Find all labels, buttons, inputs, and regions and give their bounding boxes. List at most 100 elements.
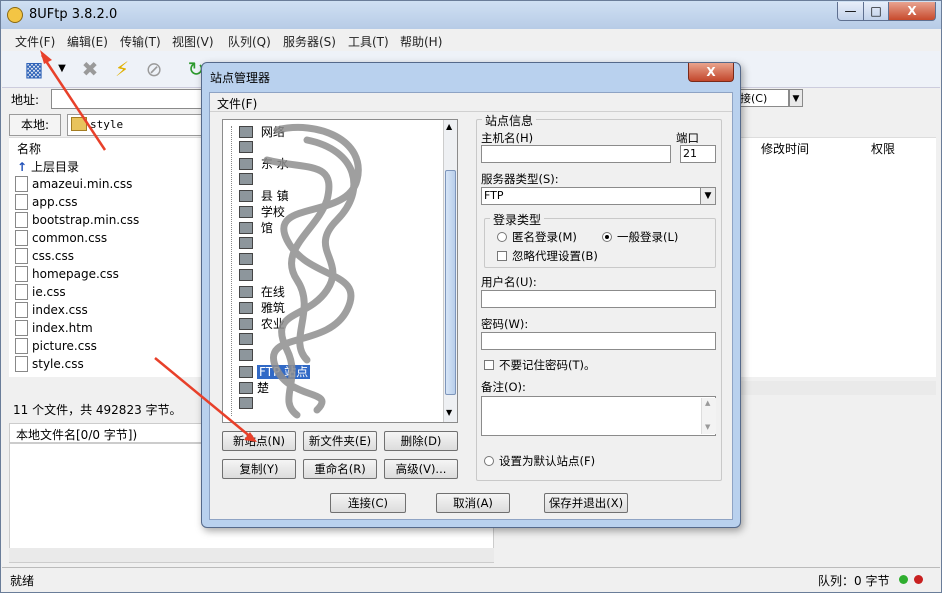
tree-item[interactable]: [239, 267, 257, 283]
remote-scrollbar[interactable]: [741, 381, 936, 395]
password-input[interactable]: [481, 332, 716, 350]
list-item[interactable]: homepage.css: [15, 266, 119, 284]
ignore-proxy-checkbox[interactable]: [497, 251, 507, 261]
note-scroll-down-icon[interactable]: ▼: [705, 423, 710, 431]
tree-item[interactable]: 楚: [239, 379, 269, 395]
tree-item[interactable]: 雅筑: [239, 299, 285, 315]
advanced-button[interactable]: 高级(V)...: [384, 459, 458, 479]
tree-scroll-thumb[interactable]: [445, 170, 456, 395]
default-site-label[interactable]: 设置为默认站点(F): [499, 453, 595, 469]
close-button[interactable]: X: [888, 2, 936, 21]
save-exit-button[interactable]: 保存并退出(X): [544, 493, 628, 513]
menu-edit[interactable]: 编辑(E): [67, 33, 108, 50]
connect-button[interactable]: 连接(C): [330, 493, 406, 513]
host-input[interactable]: [481, 145, 671, 163]
tree-item[interactable]: 学校: [239, 203, 285, 219]
minimize-button[interactable]: —: [837, 2, 864, 21]
stop-icon[interactable]: ⊘: [142, 57, 166, 81]
menu-server[interactable]: 服务器(S): [283, 33, 336, 50]
title-bar[interactable]: 8UFtp 3.8.2.0 — □ X: [1, 1, 941, 29]
tree-item[interactable]: 馆: [239, 219, 273, 235]
queue-scrollbar[interactable]: [9, 548, 494, 562]
list-item[interactable]: bootstrap.min.css: [15, 212, 139, 230]
tree-item[interactable]: [239, 347, 257, 363]
remote-connect-dropdown[interactable]: ▼: [789, 89, 803, 107]
site-tree[interactable]: 网络 东 水 县 镇 学校 馆 在线 雅筑 农业 FTP 站点楚 ▲ ▼: [222, 119, 458, 423]
column-name[interactable]: 名称: [17, 140, 41, 157]
tree-item[interactable]: 县 镇: [239, 187, 289, 203]
menu-transfer[interactable]: 传输(T): [120, 33, 161, 50]
list-item[interactable]: app.css: [15, 194, 78, 212]
note-scrollbar[interactable]: ▲ ▼: [701, 398, 716, 434]
note-textarea[interactable]: [481, 396, 716, 436]
list-item[interactable]: index.css: [15, 302, 88, 320]
ignore-proxy-label[interactable]: 忽略代理设置(B): [512, 248, 598, 264]
server-type-select[interactable]: FTP: [481, 187, 701, 205]
list-item[interactable]: common.css: [15, 230, 107, 248]
normal-login-radio[interactable]: [602, 232, 612, 242]
tree-item[interactable]: FTP 站点: [239, 363, 311, 379]
no-remember-password-label[interactable]: 不要记住密码(T)。: [499, 357, 596, 373]
column-modified[interactable]: 修改时间: [761, 140, 809, 157]
remote-file-list[interactable]: [741, 157, 936, 377]
dialog-close-button[interactable]: X: [688, 63, 734, 82]
list-item[interactable]: amazeui.min.css: [15, 176, 132, 194]
port-input[interactable]: 21: [680, 145, 716, 163]
dialog-menu-file[interactable]: 文件(F): [217, 95, 257, 112]
list-item[interactable]: style.css: [15, 356, 84, 374]
disconnect-icon[interactable]: ✖: [78, 57, 102, 81]
column-permissions[interactable]: 权限: [871, 140, 895, 157]
list-item[interactable]: ↑ 上层目录: [15, 158, 79, 176]
menu-view[interactable]: 视图(V): [172, 33, 214, 50]
tree-item[interactable]: [239, 395, 257, 411]
queue-column-local[interactable]: 本地文件名[0/0 字节]): [16, 426, 137, 443]
anonymous-login-radio[interactable]: [497, 232, 507, 242]
dropdown-arrow-icon[interactable]: ▼: [50, 57, 74, 81]
scroll-down-icon[interactable]: ▼: [446, 408, 452, 417]
local-button[interactable]: 本地:: [9, 114, 61, 136]
note-scroll-up-icon[interactable]: ▲: [705, 399, 710, 407]
address-input[interactable]: [51, 89, 203, 109]
tree-item[interactable]: [239, 139, 257, 155]
local-column-header[interactable]: 名称: [9, 137, 209, 158]
local-file-list[interactable]: ↑ 上层目录 amazeui.min.css app.css bootstrap.min…: [9, 157, 209, 377]
no-remember-password-checkbox[interactable]: [484, 360, 494, 370]
lightning-icon[interactable]: ⚡: [110, 57, 134, 81]
tree-item[interactable]: [239, 171, 257, 187]
scroll-up-icon[interactable]: ▲: [446, 122, 452, 131]
tree-item[interactable]: [239, 331, 257, 347]
tree-scrollbar[interactable]: ▲ ▼: [443, 120, 457, 422]
menu-file[interactable]: 文件(F): [15, 33, 55, 50]
new-folder-button[interactable]: 新文件夹(E): [303, 431, 377, 451]
menu-help[interactable]: 帮助(H): [400, 33, 442, 50]
list-item[interactable]: index.htm: [15, 320, 93, 338]
anonymous-login-label[interactable]: 匿名登录(M): [512, 229, 577, 245]
cancel-button[interactable]: 取消(A): [436, 493, 510, 513]
tree-item[interactable]: [239, 235, 257, 251]
local-path-input[interactable]: style: [67, 114, 209, 136]
menu-tools[interactable]: 工具(T): [348, 33, 389, 50]
username-input[interactable]: [481, 290, 716, 308]
default-site-radio[interactable]: [484, 456, 494, 466]
list-item[interactable]: picture.css: [15, 338, 97, 356]
copy-button[interactable]: 复制(Y): [222, 459, 296, 479]
file-name: index.css: [32, 303, 88, 317]
maximize-button[interactable]: □: [863, 2, 889, 21]
list-item[interactable]: css.css: [15, 248, 74, 266]
tree-item[interactable]: 在线: [239, 283, 285, 299]
delete-button[interactable]: 删除(D): [384, 431, 458, 451]
server-type-dropdown-icon[interactable]: ▼: [700, 187, 716, 205]
remote-column-header[interactable]: 修改时间 权限: [741, 137, 936, 158]
queue-header[interactable]: 本地文件名[0/0 字节]): [9, 423, 209, 443]
tree-item[interactable]: 网络: [239, 123, 285, 139]
rename-button[interactable]: 重命名(R): [303, 459, 377, 479]
normal-login-label[interactable]: 一般登录(L): [617, 229, 678, 245]
menu-queue[interactable]: 队列(Q): [228, 33, 271, 50]
computer-icon[interactable]: ▩: [22, 57, 46, 81]
tree-item[interactable]: [239, 251, 257, 267]
list-item[interactable]: ie.css: [15, 284, 66, 302]
tree-item[interactable]: 东 水: [239, 155, 289, 171]
new-site-button[interactable]: 新站点(N): [222, 431, 296, 451]
remote-connect-combo[interactable]: 接(C): [737, 89, 789, 107]
tree-item[interactable]: 农业: [239, 315, 285, 331]
